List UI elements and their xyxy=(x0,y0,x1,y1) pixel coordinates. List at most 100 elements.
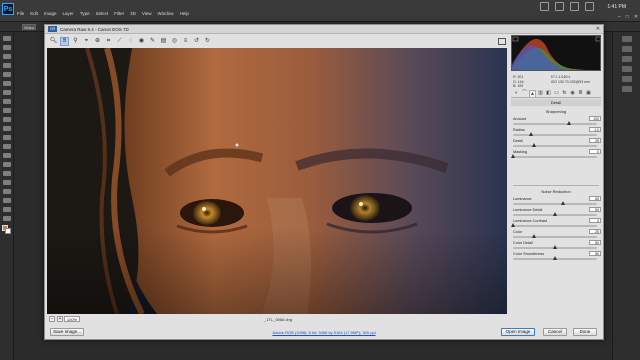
type-tool-icon[interactable] xyxy=(3,171,11,176)
slider-track[interactable] xyxy=(513,143,597,147)
panel-layers-icon[interactable] xyxy=(622,76,632,82)
slider-value-field[interactable]: 50 xyxy=(589,251,601,256)
slider-value-field[interactable]: 25 xyxy=(589,138,601,143)
slider-thumb[interactable] xyxy=(532,143,536,147)
radial-filter-icon[interactable]: ◎ xyxy=(170,37,179,46)
healing-tool-icon[interactable] xyxy=(3,90,11,95)
maximize-icon[interactable]: □ xyxy=(626,14,629,20)
clock[interactable]: 1:41 PM xyxy=(607,4,626,10)
path-select-tool-icon[interactable] xyxy=(3,180,11,185)
more-tools-icon[interactable] xyxy=(3,216,11,221)
slider-value-field[interactable]: 1.0 xyxy=(589,127,601,132)
minimize-icon[interactable]: – xyxy=(618,14,621,20)
slider-track[interactable] xyxy=(511,223,597,227)
snapshots-tab-icon[interactable]: ▣ xyxy=(585,90,592,97)
menu-type[interactable]: Type xyxy=(80,11,90,16)
brush-tool-icon[interactable] xyxy=(3,99,11,104)
tray-volume-icon[interactable] xyxy=(570,2,579,11)
menu-view[interactable]: View xyxy=(142,11,152,16)
detail-tab-icon[interactable]: ▲ xyxy=(529,90,536,97)
pen-tool-icon[interactable] xyxy=(3,162,11,167)
camera-calibration-tab-icon[interactable]: ◉ xyxy=(569,90,576,97)
slider-track[interactable] xyxy=(513,121,597,125)
lens-tab-icon[interactable]: ▭ xyxy=(553,90,560,97)
slider-value-field[interactable]: 0 xyxy=(589,218,601,223)
effects-tab-icon[interactable]: fx xyxy=(561,90,568,97)
slider-value-field[interactable]: 0 xyxy=(589,149,601,154)
tray-network-icon[interactable] xyxy=(555,2,564,11)
slider-value-field[interactable]: 100 xyxy=(589,116,601,121)
menu-window[interactable]: Window xyxy=(158,11,174,16)
hand-tool-icon[interactable] xyxy=(3,198,11,203)
panel-color-icon[interactable] xyxy=(622,46,632,52)
adjustment-brush-icon[interactable]: ✎ xyxy=(148,37,157,46)
fullscreen-toggle-icon[interactable] xyxy=(498,38,506,45)
preferences-icon[interactable]: ≡ xyxy=(181,37,190,46)
menu-help[interactable]: Help xyxy=(180,11,189,16)
slider-value-field[interactable]: 50 xyxy=(589,207,601,212)
panel-channels-icon[interactable] xyxy=(622,86,632,92)
slider-thumb[interactable] xyxy=(553,212,557,216)
zoom-tool-icon[interactable] xyxy=(3,207,11,212)
crop-icon[interactable]: ⌗ xyxy=(104,37,113,46)
tone-curve-tab-icon[interactable]: ⌒ xyxy=(521,90,528,97)
rotate-cw-icon[interactable]: ↻ xyxy=(203,37,212,46)
panel-history-icon[interactable] xyxy=(622,36,632,42)
slider-track[interactable] xyxy=(513,201,597,205)
stamp-tool-icon[interactable] xyxy=(3,108,11,113)
white-balance-icon[interactable]: ⚲ xyxy=(71,37,80,46)
slider-track[interactable] xyxy=(513,245,597,249)
move-tool-icon[interactable] xyxy=(3,36,11,41)
crop-tool-icon[interactable] xyxy=(3,72,11,77)
quick-select-tool-icon[interactable] xyxy=(3,63,11,68)
slider-track[interactable] xyxy=(513,256,597,260)
background-color-swatch[interactable] xyxy=(5,228,11,234)
color-sampler-icon[interactable]: ⌖ xyxy=(82,37,91,46)
targeted-adjustment-icon[interactable]: ⊕ xyxy=(93,37,102,46)
image-preview[interactable] xyxy=(47,48,507,314)
tray-battery-icon[interactable] xyxy=(585,2,594,11)
slider-thumb[interactable] xyxy=(561,201,566,205)
slider-thumb[interactable] xyxy=(511,223,515,227)
eyedropper-tool-icon[interactable] xyxy=(3,81,11,86)
history-brush-tool-icon[interactable] xyxy=(3,117,11,122)
graduated-filter-icon[interactable]: ▤ xyxy=(159,37,168,46)
zoom-icon[interactable]: 🔍︎ xyxy=(49,37,58,46)
menu-layer[interactable]: Layer xyxy=(63,11,74,16)
close-icon[interactable]: ✕ xyxy=(634,14,638,20)
panel-swatches-icon[interactable] xyxy=(622,56,632,62)
slider-value-field[interactable]: 50 xyxy=(589,240,601,245)
slider-thumb[interactable] xyxy=(532,234,536,238)
slider-thumb[interactable] xyxy=(567,121,572,125)
basic-tab-icon[interactable]: ◐ xyxy=(513,90,520,97)
done-button[interactable]: Done xyxy=(573,328,597,336)
presets-tab-icon[interactable]: ≣ xyxy=(577,90,584,97)
slider-thumb[interactable] xyxy=(511,154,515,158)
slider-value-field[interactable]: 25 xyxy=(589,229,601,234)
slider-track[interactable] xyxy=(513,212,597,216)
menu-file[interactable]: File xyxy=(17,11,24,16)
gradient-tool-icon[interactable] xyxy=(3,135,11,140)
menu-3d[interactable]: 3D xyxy=(130,11,136,16)
panel-adjustments-icon[interactable] xyxy=(622,66,632,72)
split-toning-tab-icon[interactable]: ◧ xyxy=(545,90,552,97)
menu-edit[interactable]: Edit xyxy=(30,11,38,16)
dodge-tool-icon[interactable] xyxy=(3,153,11,158)
menu-select[interactable]: Select xyxy=(96,11,109,16)
marquee-tool-icon[interactable] xyxy=(3,45,11,50)
red-eye-icon[interactable]: ◉ xyxy=(137,37,146,46)
options-video-button[interactable]: Video xyxy=(22,24,36,30)
rotate-ccw-icon[interactable]: ↺ xyxy=(192,37,201,46)
slider-track[interactable] xyxy=(511,154,597,158)
hsl-tab-icon[interactable]: ▥ xyxy=(537,90,544,97)
shape-tool-icon[interactable] xyxy=(3,189,11,194)
hand-icon[interactable]: ✋︎ xyxy=(60,37,69,46)
dialog-close-icon[interactable]: ✕ xyxy=(596,26,600,32)
spot-removal-icon[interactable]: ◌ xyxy=(126,37,135,46)
slider-track[interactable] xyxy=(513,132,597,136)
lasso-tool-icon[interactable] xyxy=(3,54,11,59)
slider-track[interactable] xyxy=(513,234,597,238)
menu-image[interactable]: Image xyxy=(44,11,57,16)
slider-thumb[interactable] xyxy=(529,132,534,136)
slider-thumb[interactable] xyxy=(553,245,557,249)
